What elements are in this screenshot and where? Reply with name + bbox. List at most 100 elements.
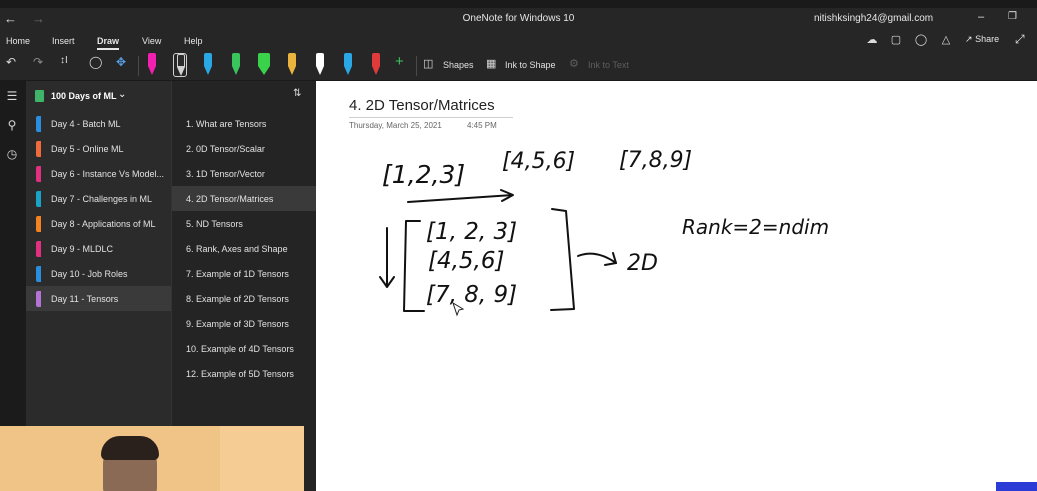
expand-icon[interactable]: ⤢: [1015, 32, 1025, 47]
share-icon: ↗: [965, 34, 973, 44]
section-item[interactable]: Day 5 - Online ML: [26, 136, 171, 161]
add-space-icon[interactable]: ✥: [116, 55, 126, 69]
ink-to-shape-icon[interactable]: ▦: [486, 57, 496, 70]
ink-to-shape-button[interactable]: Ink to Shape: [505, 60, 556, 70]
presenter-hair: [101, 436, 159, 460]
ink-drawing: [1,2,3] [4,5,6] [7,8,9] [1, 2, 3] [4,5,6…: [379, 148, 829, 317]
title-bar: ← → OneNote for Windows 10 nitishksingh2…: [0, 8, 1037, 30]
notebook-name: 100 Days of ML: [51, 91, 117, 101]
add-pen-icon[interactable]: +: [395, 53, 404, 70]
page-item[interactable]: 10. Example of 4D Tensors: [172, 336, 317, 361]
onenote-window: ← → OneNote for Windows 10 nitishksingh2…: [0, 0, 1037, 491]
share-button[interactable]: ↗ Share: [965, 34, 999, 45]
restore-icon[interactable]: ❐: [1008, 11, 1017, 22]
ink-matrix-row: [1, 2, 3]: [426, 219, 517, 245]
pen-magenta-icon[interactable]: [145, 53, 159, 77]
section-item[interactable]: Day 10 - Job Roles: [26, 261, 171, 286]
minimize-icon[interactable]: –: [978, 11, 984, 23]
section-label: Day 10 - Job Roles: [51, 269, 128, 279]
section-item[interactable]: Day 7 - Challenges in ML: [26, 186, 171, 211]
ink-row-vector: [7,8,9]: [619, 148, 692, 173]
notebooks-icon[interactable]: ☰: [4, 89, 20, 105]
chevron-down-icon: ⌄: [118, 89, 127, 100]
recent-clock-icon[interactable]: ◷: [4, 147, 20, 163]
ink-row-vector: [4,5,6]: [502, 149, 575, 174]
tab-home[interactable]: Home: [6, 36, 30, 46]
section-color-tab: [36, 266, 41, 282]
section-label: Day 5 - Online ML: [51, 144, 124, 154]
pen-blue-icon[interactable]: [201, 53, 215, 77]
redo-icon[interactable]: ↷: [33, 55, 43, 69]
page-label: 9. Example of 3D Tensors: [186, 319, 289, 329]
pen-red-icon[interactable]: [369, 53, 383, 77]
page-label: 3. 1D Tensor/Vector: [186, 169, 265, 179]
ribbon-tabs: Home Insert Draw View Help ☁ ▢ ◯ △ ↗ Sha…: [0, 30, 1037, 50]
note-canvas[interactable]: 4. 2D Tensor/Matrices Thursday, March 25…: [316, 81, 1037, 491]
pen-yellow-icon[interactable]: [285, 53, 299, 77]
ink-matrix-row: [7, 8, 9]: [426, 282, 517, 308]
section-item[interactable]: Day 6 - Instance Vs Model...: [26, 161, 171, 186]
corner-overlay: [996, 482, 1037, 491]
section-color-tab: [36, 241, 41, 257]
ink-to-text-icon: ⚙: [569, 58, 579, 70]
section-color-tab: [36, 191, 41, 207]
page-label: 1. What are Tensors: [186, 119, 267, 129]
notebook-icon: [35, 90, 44, 102]
pen-lightblue-icon[interactable]: [341, 53, 355, 77]
page-item[interactable]: 5. ND Tensors: [172, 211, 317, 236]
tab-draw[interactable]: Draw: [97, 36, 120, 50]
account-email[interactable]: nitishksingh24@gmail.com: [814, 13, 933, 24]
section-item[interactable]: Day 9 - MLDLC: [26, 236, 171, 261]
lasso-select-icon[interactable]: ◯: [89, 55, 102, 69]
page-label: 10. Example of 4D Tensors: [186, 344, 294, 354]
page-item[interactable]: 8. Example of 2D Tensors: [172, 286, 317, 311]
ink-row-vector: [1,2,3]: [382, 160, 465, 189]
pen-white-icon[interactable]: [313, 53, 327, 77]
page-item[interactable]: 9. Example of 3D Tensors: [172, 311, 317, 336]
page-item[interactable]: 1. What are Tensors: [172, 111, 317, 136]
bell-icon[interactable]: △: [939, 33, 953, 47]
ink-to-text-button: Ink to Text: [588, 60, 629, 70]
highlighter-green-icon[interactable]: [257, 53, 271, 77]
page-item[interactable]: 6. Rank, Axes and Shape: [172, 236, 317, 261]
page-item[interactable]: 7. Example of 1D Tensors: [172, 261, 317, 286]
shapes-icon[interactable]: ◫: [423, 57, 433, 70]
section-item[interactable]: Day 8 - Applications of ML: [26, 211, 171, 236]
draw-toolbar: ↶ ↷ ↕I ◯ ✥ + ◫ Shapes ▦ Ink to Shape ⚙ I…: [0, 50, 1037, 81]
page-item[interactable]: 3. 1D Tensor/Vector: [172, 161, 317, 186]
page-item[interactable]: 2. 0D Tensor/Scalar: [172, 136, 317, 161]
webcam-background: [220, 426, 304, 491]
page-item[interactable]: 12. Example of 5D Tensors: [172, 361, 317, 386]
notifications-feed-icon[interactable]: ▢: [889, 33, 903, 47]
ink-left-bracket: [403, 220, 425, 312]
section-label: Day 4 - Batch ML: [51, 119, 121, 129]
pen-black-icon[interactable]: [173, 53, 187, 77]
lightbulb-icon[interactable]: ◯: [914, 33, 928, 47]
ink-matrix-row: [4,5,6]: [428, 248, 504, 274]
section-label: Day 9 - MLDLC: [51, 244, 114, 254]
tab-insert[interactable]: Insert: [52, 36, 75, 46]
pen-green-icon[interactable]: [229, 53, 243, 77]
ink-dim-label: 2D: [627, 251, 658, 276]
undo-icon[interactable]: ↶: [6, 55, 16, 69]
page-label: 8. Example of 2D Tensors: [186, 294, 289, 304]
section-item[interactable]: Day 4 - Batch ML: [26, 111, 171, 136]
sync-icon[interactable]: ☁: [865, 33, 879, 47]
toolbar-divider: [138, 56, 139, 76]
sort-pages-icon[interactable]: ⇅: [293, 88, 301, 99]
page-item[interactable]: 4. 2D Tensor/Matrices: [172, 186, 317, 211]
search-icon[interactable]: ⚲: [4, 118, 20, 134]
page-label: 12. Example of 5D Tensors: [186, 369, 294, 379]
tab-help[interactable]: Help: [184, 36, 203, 46]
toolbar-divider: [416, 56, 417, 76]
webcam-overlay: [0, 426, 304, 491]
shapes-button[interactable]: Shapes: [443, 60, 474, 70]
ink-right-bracket: [550, 208, 575, 311]
section-color-tab: [36, 116, 41, 132]
section-item[interactable]: Day 11 - Tensors: [26, 286, 171, 311]
type-select-icon[interactable]: ↕I: [60, 55, 68, 66]
top-strip: [0, 0, 1037, 8]
section-color-tab: [36, 166, 41, 182]
tab-view[interactable]: View: [142, 36, 161, 46]
notebook-selector[interactable]: 100 Days of ML ⌄: [26, 81, 171, 111]
